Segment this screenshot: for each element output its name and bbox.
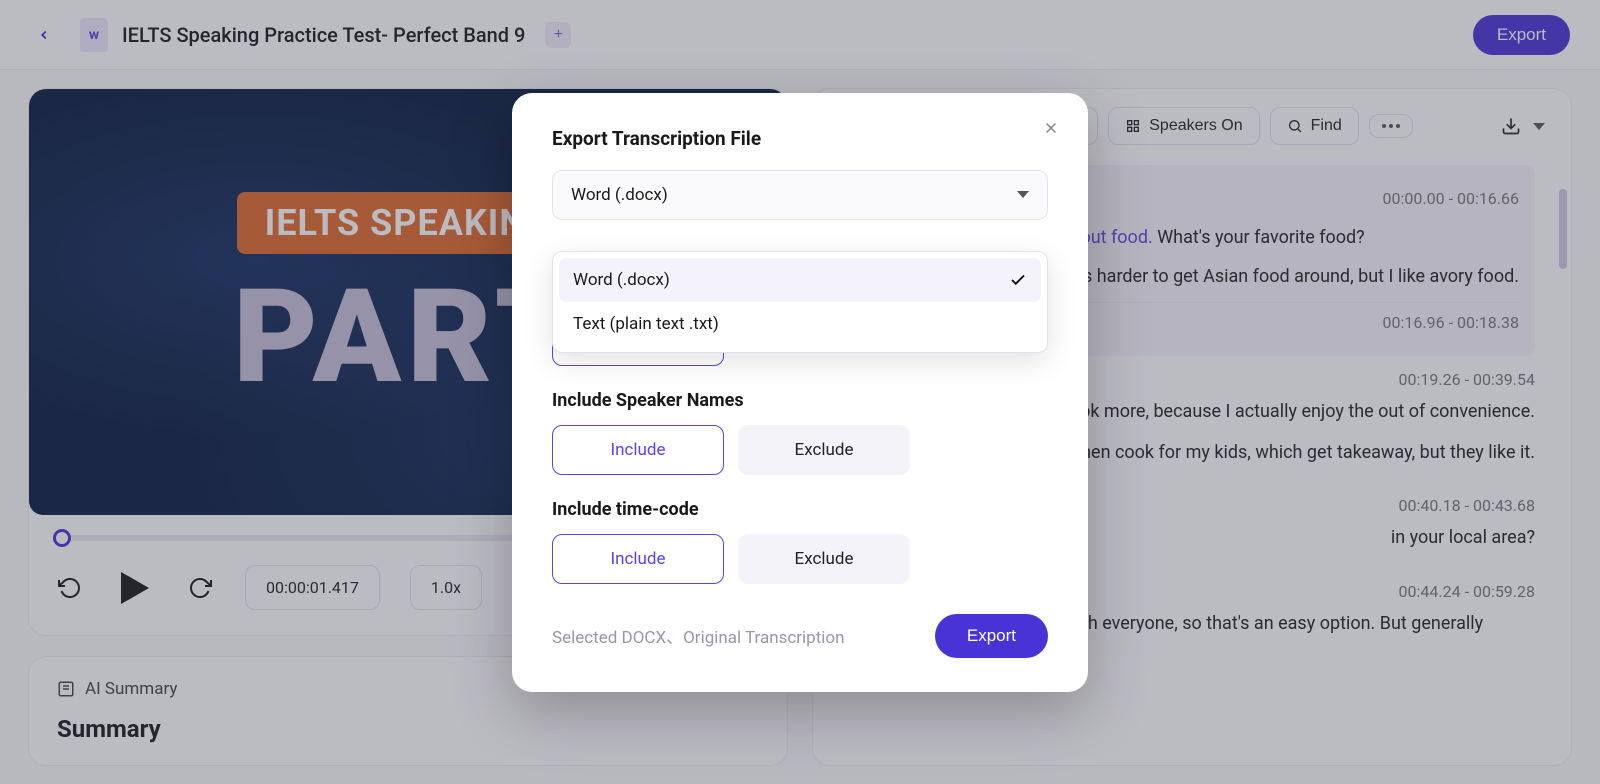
speaker-exclude-option[interactable]: Exclude: [738, 425, 910, 475]
close-icon: [1042, 119, 1060, 137]
format-select[interactable]: Word (.docx): [552, 170, 1048, 220]
modal-footer-text: Selected DOCX、Original Transcription: [552, 623, 845, 648]
modal-title: Export Transcription File: [552, 127, 1048, 150]
format-option-txt[interactable]: Text (plain text .txt): [559, 302, 1041, 346]
time-exclude-option[interactable]: Exclude: [738, 534, 910, 584]
export-modal: Export Transcription File Word (.docx) W…: [512, 93, 1088, 692]
speaker-include-option[interactable]: Include: [552, 425, 724, 475]
modal-overlay[interactable]: Export Transcription File Word (.docx) W…: [0, 0, 1600, 784]
modal-export-button[interactable]: Export: [935, 614, 1048, 658]
format-option-label: Word (.docx): [573, 270, 670, 290]
check-icon: [1009, 271, 1027, 289]
include-speaker-label: Include Speaker Names: [552, 390, 1048, 411]
format-option-docx[interactable]: Word (.docx): [559, 258, 1041, 302]
format-dropdown: Word (.docx) Text (plain text .txt): [552, 251, 1048, 353]
chevron-down-icon: [1017, 191, 1029, 198]
time-include-option[interactable]: Include: [552, 534, 724, 584]
include-time-label: Include time-code: [552, 499, 1048, 520]
format-option-label: Text (plain text .txt): [573, 314, 719, 334]
close-button[interactable]: [1036, 115, 1066, 145]
format-select-value: Word (.docx): [571, 185, 668, 205]
